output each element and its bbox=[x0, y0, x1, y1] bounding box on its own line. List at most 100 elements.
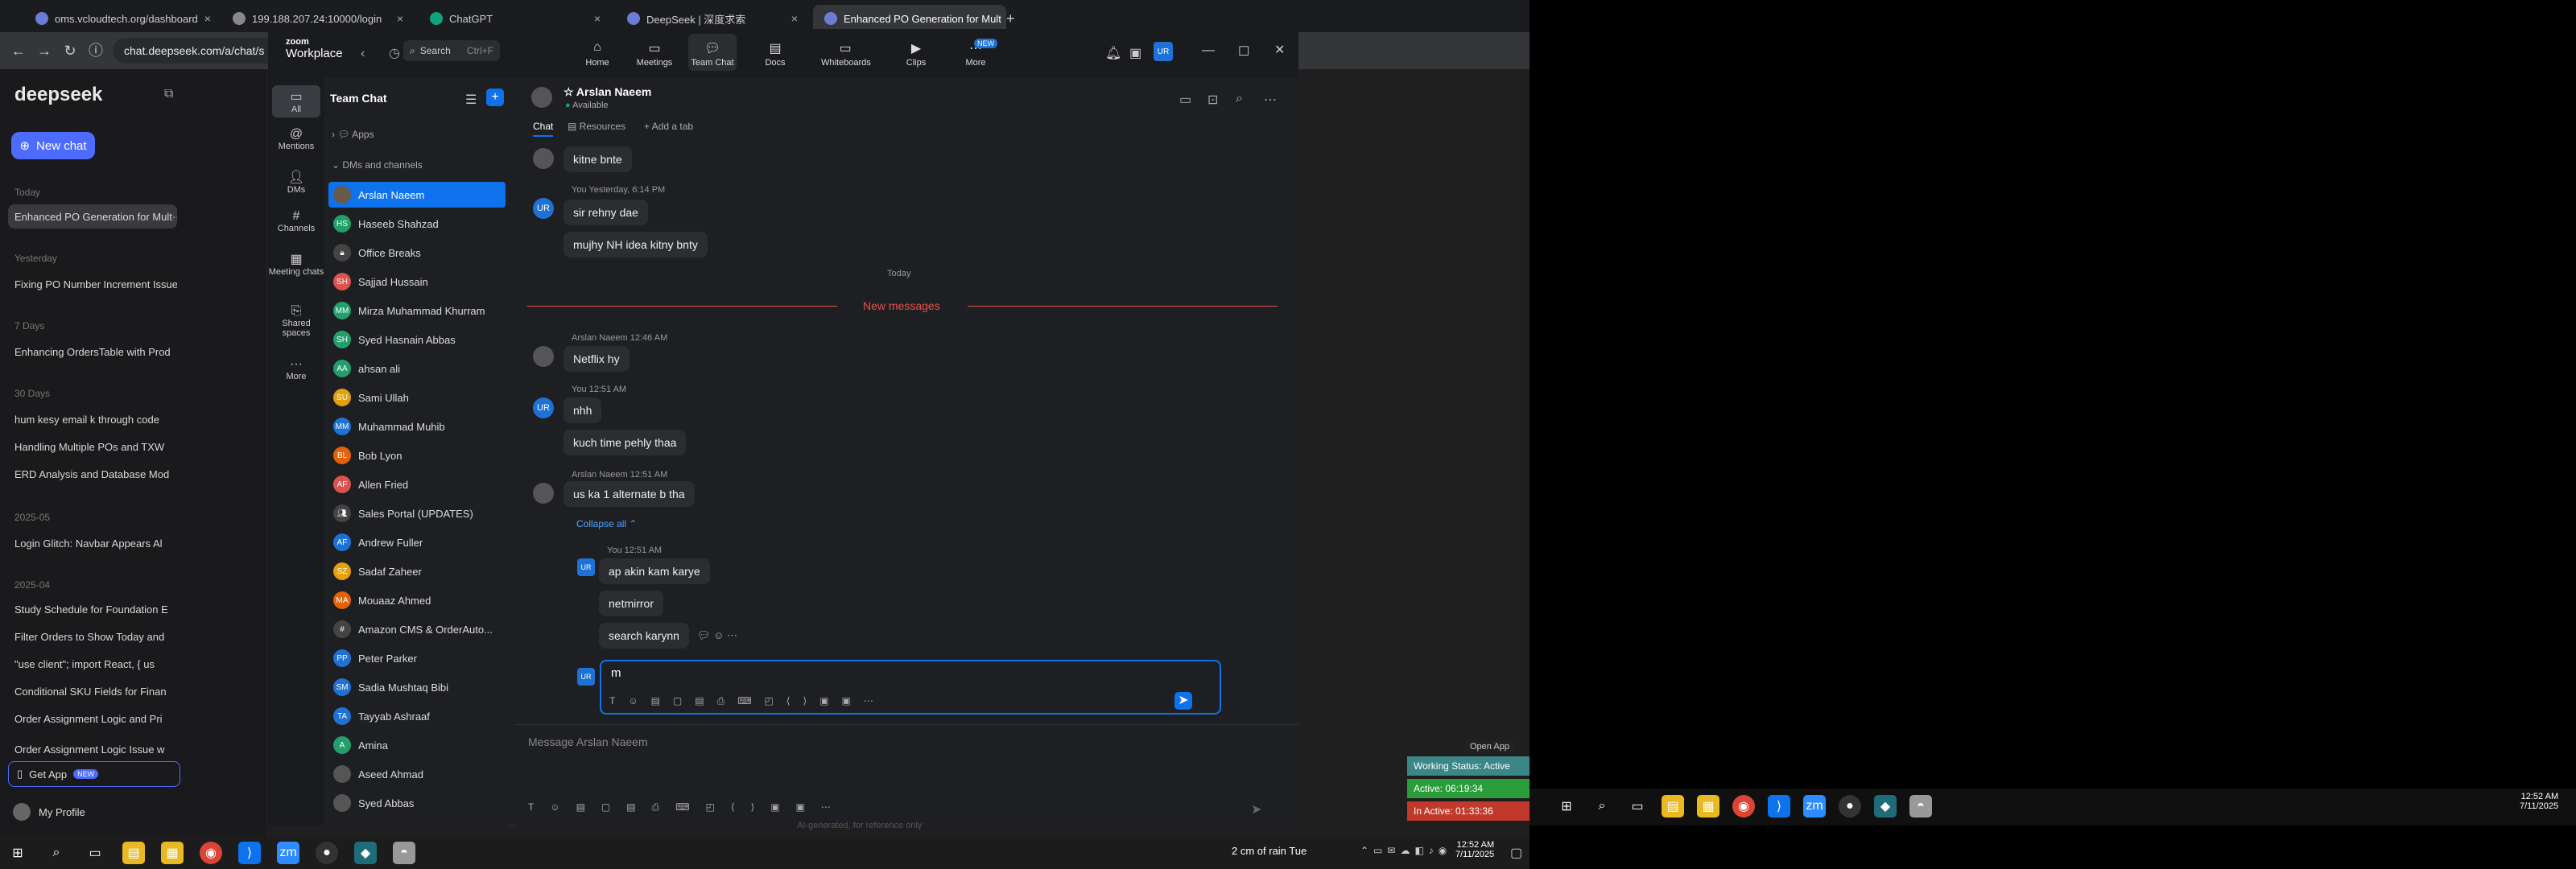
contact-item[interactable]: SU Sami Ullah bbox=[328, 385, 506, 410]
video-icon[interactable]: ▭ bbox=[1179, 92, 1191, 108]
contact-item[interactable]: 👥︎ Sales Portal (UPDATES) bbox=[328, 500, 506, 526]
rail-dms[interactable]: 👤︎ DMs bbox=[268, 169, 324, 195]
browser-tab-3[interactable]: ChatGPT × bbox=[419, 5, 612, 32]
filter-icon[interactable]: ☰ bbox=[465, 92, 477, 108]
contact-item[interactable]: AF Allen Fried bbox=[328, 472, 506, 497]
rail-mentions[interactable]: @ Mentions bbox=[268, 127, 324, 151]
zoom-icon[interactable]: zm bbox=[1803, 795, 1826, 818]
get-app-button[interactable]: ▯ Get App NEW bbox=[8, 761, 180, 787]
bottom-format-toolbar[interactable]: T☺▤▢▤⎙⌨◰⟨⟩▣▣⋯ bbox=[528, 801, 847, 813]
app-icon[interactable]: ◓ bbox=[393, 842, 415, 864]
send-icon[interactable]: ➤ bbox=[1251, 801, 1261, 818]
add-icon[interactable]: + bbox=[486, 89, 504, 106]
window-icon[interactable]: ▣ bbox=[1129, 45, 1141, 61]
collapse-all-link[interactable]: Collapse all ⌃ bbox=[576, 518, 637, 529]
chrome-icon[interactable]: ◉ bbox=[1732, 795, 1755, 818]
windows-start-icon[interactable]: ⊞ bbox=[6, 842, 29, 864]
message-bubble[interactable]: netmirror bbox=[599, 591, 664, 616]
rail-more[interactable]: ··· More bbox=[268, 357, 324, 381]
vscode-icon[interactable]: ⟩ bbox=[238, 842, 261, 864]
contact-item[interactable]: HS Haseeb Shahzad bbox=[328, 211, 506, 237]
weather-widget[interactable]: 2 cm of rain Tue bbox=[1232, 845, 1307, 857]
open-app-button[interactable]: Open App bbox=[1465, 740, 1514, 753]
app-icon[interactable]: ◓ bbox=[1909, 795, 1932, 818]
minimize-icon[interactable]: — bbox=[1202, 43, 1215, 58]
message-bubble[interactable]: us ka 1 alternate b tha bbox=[564, 481, 695, 507]
vscode-icon[interactable]: ⟩ bbox=[1768, 795, 1790, 818]
contact-item[interactable]: Aseed Ahmad bbox=[328, 761, 506, 787]
tab-resources[interactable]: ▤ Resources bbox=[568, 121, 625, 132]
history-item[interactable]: Handling Multiple POs and TXW bbox=[8, 434, 177, 459]
collapse-sidebar-icon[interactable]: ⧉ bbox=[164, 87, 173, 101]
message-bubble[interactable]: nhh bbox=[564, 397, 602, 423]
history-item[interactable]: hum kesy email k through code bbox=[8, 407, 177, 431]
message-bubble[interactable]: mujhy NH idea kitny bnty bbox=[564, 232, 708, 257]
contact-item[interactable]: SM Sadia Mushtaq Bibi bbox=[328, 674, 506, 700]
history-item[interactable]: Order Assignment Logic Issue w bbox=[8, 737, 177, 761]
zoom-icon[interactable]: zm bbox=[277, 842, 299, 864]
file-explorer-icon[interactable]: ▤ bbox=[122, 842, 145, 864]
message-bubble[interactable]: Netflix hy bbox=[564, 346, 630, 372]
nav-whiteboards[interactable]: ▭ Whiteboards bbox=[821, 40, 871, 68]
close-icon[interactable]: × bbox=[791, 12, 798, 25]
task-view-icon[interactable]: ▭ bbox=[1626, 795, 1649, 818]
avatar[interactable]: UR bbox=[1154, 42, 1173, 61]
contact-item[interactable]: A Amina bbox=[328, 732, 506, 758]
contact-item[interactable]: # Amazon CMS & OrderAuto... bbox=[328, 616, 506, 642]
message-bubble[interactable]: ap akin kam karye bbox=[599, 558, 710, 584]
contact-item[interactable]: MA Mouaaz Ahmed bbox=[328, 587, 506, 613]
my-profile-button[interactable]: My Profile bbox=[13, 803, 85, 821]
close-icon[interactable]: ✕ bbox=[1274, 42, 1285, 58]
reply-input[interactable]: m bbox=[611, 666, 621, 680]
send-button[interactable]: ➤ bbox=[1174, 692, 1192, 710]
reaction-icons[interactable]: 💬︎ ☺ ⋯ bbox=[697, 629, 737, 642]
browser-tab-2[interactable]: 199.188.207.24:10000/login × bbox=[221, 5, 415, 32]
store-icon[interactable]: ▦ bbox=[1697, 795, 1719, 818]
rail-channels[interactable]: # Channels bbox=[268, 209, 324, 233]
history-item[interactable]: "use client"; import React, { us bbox=[8, 652, 177, 676]
history-item[interactable]: Enhancing OrdersTable with Prod bbox=[8, 340, 177, 364]
file-explorer-icon[interactable]: ▤ bbox=[1662, 795, 1684, 818]
message-bubble[interactable]: search karynn bbox=[599, 623, 689, 649]
contact-item[interactable]: BL Bob Lyon bbox=[328, 443, 506, 468]
windows-start-icon[interactable]: ⊞ bbox=[1555, 795, 1578, 818]
list-title[interactable]: Team Chat bbox=[330, 92, 387, 105]
store-icon[interactable]: ▦ bbox=[161, 842, 184, 864]
contact-item[interactable]: Syed Abbas bbox=[328, 790, 506, 816]
more-icon[interactable]: ⋯ bbox=[1264, 92, 1277, 108]
new-chat-button[interactable]: ⊕ New chat bbox=[11, 132, 95, 159]
star-icon[interactable]: ☆ bbox=[564, 85, 576, 98]
chrome-icon[interactable]: ◉ bbox=[200, 842, 222, 864]
history-item[interactable]: Enhanced PO Generation for Mult··· bbox=[8, 204, 177, 229]
contact-item[interactable]: AA ahsan ali bbox=[328, 356, 506, 381]
app-icon[interactable]: ● bbox=[316, 842, 338, 864]
history-item[interactable]: ERD Analysis and Database Mod bbox=[8, 462, 177, 486]
contact-item[interactable]: Arslan Naeem bbox=[328, 182, 506, 208]
message-input[interactable]: Message Arslan Naeem bbox=[528, 735, 648, 748]
add-tab-button[interactable]: + Add a tab bbox=[644, 121, 693, 132]
apps-section[interactable]: › 💬︎ Apps bbox=[332, 129, 374, 140]
system-tray[interactable]: ⌃▭✉☁◧♪◉ bbox=[1360, 845, 1451, 856]
app-icon[interactable]: ◆ bbox=[354, 842, 377, 864]
nav-clips[interactable]: ▶ Clips bbox=[892, 40, 940, 68]
contact-item[interactable]: MM Muhammad Muhib bbox=[328, 414, 506, 439]
close-icon[interactable]: × bbox=[397, 12, 403, 25]
browser-tab-1[interactable]: oms.vcloudtech.org/dashboard × bbox=[24, 5, 217, 32]
nav-home[interactable]: ⌂ Home bbox=[573, 40, 621, 68]
nav-docs[interactable]: ▤ Docs bbox=[751, 40, 799, 68]
history-item[interactable]: Fixing PO Number Increment Issue bbox=[8, 272, 177, 296]
browser-tab-5[interactable]: Enhanced PO Generation for Mult× bbox=[813, 5, 1006, 32]
chat-header-name[interactable]: ☆ Arslan Naeem bbox=[564, 85, 651, 99]
dms-section[interactable]: ⌄ DMs and channels bbox=[332, 159, 423, 171]
contact-item[interactable]: SH Syed Hasnain Abbas bbox=[328, 327, 506, 352]
contact-item[interactable]: SZ Sadaf Zaheer bbox=[328, 558, 506, 584]
search-icon[interactable]: ⌕ bbox=[1236, 92, 1243, 106]
tab-chat[interactable]: Chat bbox=[533, 121, 554, 137]
search-input[interactable]: ⌕ Search Ctrl+F bbox=[403, 40, 500, 61]
history-icon[interactable]: ◷ bbox=[389, 45, 400, 61]
back-icon[interactable]: ‹ bbox=[361, 47, 365, 61]
info-icon[interactable]: ⓘ bbox=[87, 42, 105, 60]
browser-tab-4[interactable]: DeepSeek | 深度求索 × bbox=[616, 5, 809, 32]
history-item[interactable]: Conditional SKU Fields for Finan bbox=[8, 679, 177, 703]
close-icon[interactable]: × bbox=[594, 12, 601, 25]
